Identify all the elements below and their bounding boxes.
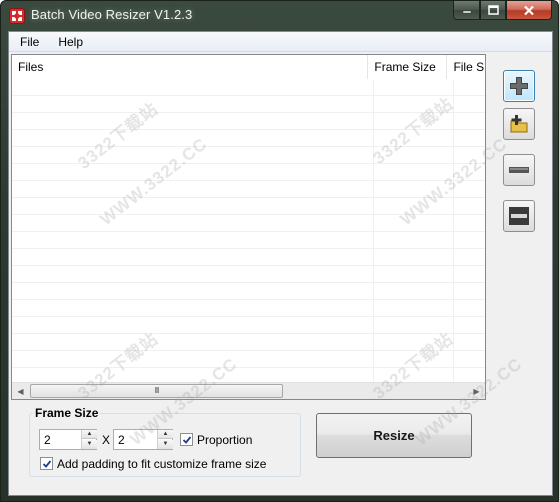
maximize-icon <box>487 5 499 15</box>
minimize-button[interactable] <box>453 1 480 20</box>
menu-file[interactable]: File <box>9 32 47 52</box>
table-row <box>12 350 485 351</box>
table-row <box>12 214 485 215</box>
remove-file-button[interactable] <box>503 154 535 186</box>
checkmark-icon <box>42 459 51 468</box>
column-divider <box>453 79 454 386</box>
width-spin-buttons: ▲ ▼ <box>81 430 97 449</box>
proportion-checkbox[interactable] <box>180 433 193 446</box>
window-title: Batch Video Resizer V1.2.3 <box>31 7 193 22</box>
table-row <box>12 197 485 198</box>
proportion-label[interactable]: Proportion <box>197 433 252 447</box>
height-value: 2 <box>118 433 125 447</box>
size-separator: X <box>102 433 111 447</box>
list-header: Files Frame Size File S <box>12 55 485 79</box>
remove-icon <box>509 167 529 173</box>
table-row <box>12 265 485 266</box>
height-up-icon[interactable]: ▲ <box>158 430 173 439</box>
padding-label[interactable]: Add padding to fit customize frame size <box>57 457 266 471</box>
column-frame-size[interactable]: Frame Size <box>368 55 448 79</box>
table-row <box>12 231 485 232</box>
scroll-left-arrow-icon[interactable]: ◀ <box>12 383 29 399</box>
height-spin-buttons: ▲ ▼ <box>157 430 173 449</box>
file-list[interactable]: Files Frame Size File S ◀ III ▶ <box>11 54 486 400</box>
checkmark-icon <box>182 435 191 444</box>
table-row <box>12 129 485 130</box>
table-row <box>12 248 485 249</box>
height-stepper[interactable]: 2 ▲ ▼ <box>113 429 173 450</box>
client-area: File Help Files Frame Size File S ◀ III … <box>8 31 553 496</box>
table-row <box>12 163 485 164</box>
table-row <box>12 367 485 368</box>
padding-checkbox[interactable] <box>40 457 53 470</box>
add-folder-button[interactable] <box>503 108 535 140</box>
width-stepper[interactable]: 2 ▲ ▼ <box>39 429 97 450</box>
add-file-button[interactable] <box>503 70 535 102</box>
menu-bar: File Help <box>9 32 552 52</box>
frame-size-label: Frame Size <box>33 406 101 420</box>
table-row <box>12 146 485 147</box>
table-row <box>12 299 485 300</box>
clear-list-button[interactable] <box>503 200 535 232</box>
table-row <box>12 180 485 181</box>
scroll-right-arrow-icon[interactable]: ▶ <box>468 383 485 399</box>
resize-button[interactable]: Resize <box>316 413 472 458</box>
menu-help[interactable]: Help <box>47 32 91 52</box>
width-value: 2 <box>44 433 51 447</box>
height-down-icon[interactable]: ▼ <box>158 440 173 449</box>
column-divider <box>373 79 374 386</box>
column-file-size[interactable]: File S <box>447 55 485 79</box>
scroll-thumb[interactable]: III <box>30 384 283 398</box>
window-controls <box>453 1 552 20</box>
width-down-icon[interactable]: ▼ <box>82 440 97 449</box>
table-row <box>12 95 485 96</box>
title-bar[interactable]: Batch Video Resizer V1.2.3 <box>1 1 558 31</box>
close-icon <box>524 5 534 15</box>
table-row <box>12 316 485 317</box>
add-icon <box>510 77 528 95</box>
maximize-button[interactable] <box>480 1 506 20</box>
app-window: Batch Video Resizer V1.2.3 File Help Fil… <box>0 0 559 502</box>
list-rows <box>12 79 485 386</box>
minimize-icon <box>462 10 471 14</box>
app-logo-icon <box>9 8 25 24</box>
table-row <box>12 333 485 334</box>
column-files[interactable]: Files <box>12 55 369 79</box>
table-row <box>12 112 485 113</box>
add-folder-icon <box>510 115 528 133</box>
clear-list-icon <box>509 207 529 225</box>
close-button[interactable] <box>506 1 552 20</box>
table-row <box>12 282 485 283</box>
width-up-icon[interactable]: ▲ <box>82 430 97 439</box>
horizontal-scrollbar[interactable]: ◀ III ▶ <box>12 382 485 399</box>
